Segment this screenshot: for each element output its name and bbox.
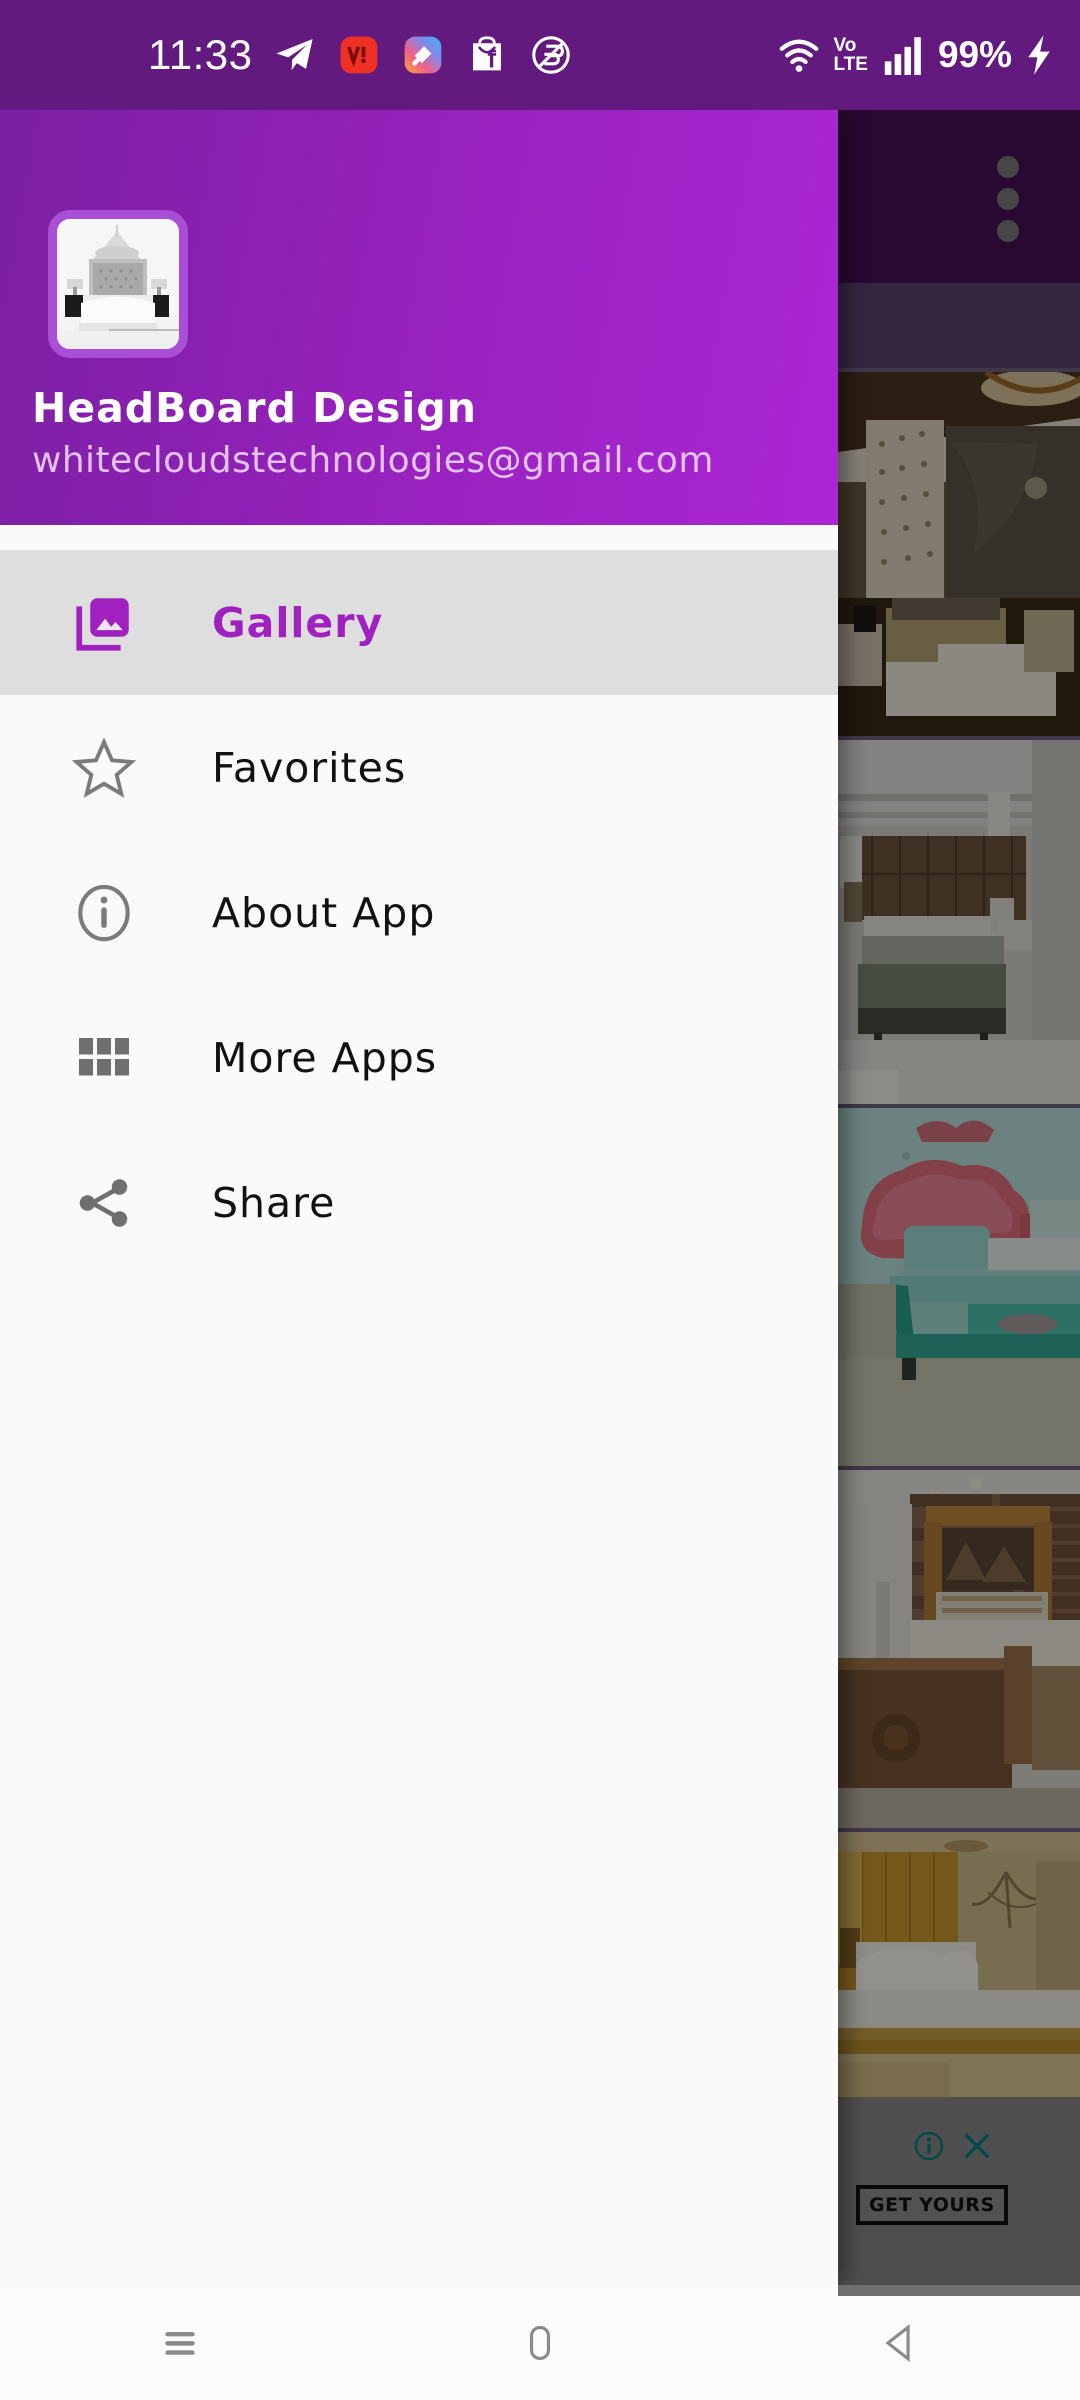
triangle-left-icon (885, 2323, 910, 2362)
home-button[interactable] (465, 2285, 615, 2400)
battery-charging-icon (1028, 35, 1050, 75)
back-button[interactable] (825, 2285, 975, 2400)
drawer-item-label: About App (212, 888, 436, 937)
menu-lines-icon (165, 2331, 195, 2355)
signal-bars-icon (884, 37, 921, 75)
status-time: 11:33 (148, 31, 253, 78)
drawer-item-about-app[interactable]: About App (0, 840, 838, 985)
star-icon (48, 735, 160, 801)
drawer-header: HeadBoard Design whitecloudstechnologies… (0, 110, 838, 525)
overflow-menu-icon[interactable] (996, 156, 1020, 242)
gallery-icon (48, 590, 160, 656)
nav-shade (838, 2285, 1080, 2296)
circular-logo-icon (531, 36, 570, 74)
drawer-item-more-apps[interactable]: More Apps (0, 985, 838, 1130)
ad-cta-label: GET YOURS (869, 2194, 995, 2216)
app-name: HeadBoard Design (32, 384, 477, 432)
share-icon (48, 1172, 160, 1234)
gallery-thumbnail[interactable] (838, 736, 1080, 1104)
drawer-item-share[interactable]: Share (0, 1130, 838, 1275)
ad-banner[interactable]: GET YOURS (838, 2097, 1080, 2285)
vi-app-icon (340, 36, 377, 74)
drawer-item-favorites[interactable]: Favorites (0, 695, 838, 840)
close-icon[interactable] (960, 2129, 994, 2163)
battery-percent: 99% (937, 34, 1012, 75)
gallery-thumbnail[interactable] (838, 368, 1080, 736)
drawer-menu-list: Gallery Favorites About App More Apps Sh… (0, 550, 838, 1275)
telegram-icon (275, 39, 313, 71)
rounded-square-icon (530, 2325, 550, 2360)
wifi-icon (780, 39, 819, 72)
drawer-item-label: More Apps (212, 1033, 438, 1082)
status-bar: 11:33 Vo LTE 99% (0, 0, 1080, 110)
ad-cta-button[interactable]: GET YOURS (856, 2185, 1008, 2225)
drawer-item-label: Favorites (212, 743, 407, 792)
phone-screen: GET YOURS HeadBoard Design whitecloudste… (0, 0, 1080, 2400)
android-nav-bar (0, 2285, 1080, 2400)
drawer-item-label: Share (212, 1178, 336, 1227)
navigation-drawer: HeadBoard Design whitecloudstechnologies… (0, 110, 838, 2285)
drawer-item-label: Gallery (212, 598, 384, 647)
info-circle-icon[interactable] (912, 2129, 946, 2163)
volte-icon: Vo LTE (833, 35, 868, 75)
flipkart-icon (472, 36, 501, 71)
gradient-app-icon (404, 36, 441, 74)
app-logo (48, 210, 188, 358)
info-icon (48, 880, 160, 946)
gallery-thumbnail[interactable] (838, 1466, 1080, 1828)
recents-button[interactable] (105, 2285, 255, 2400)
account-email: whitecloudstechnologies@gmail.com (32, 440, 714, 481)
grid-apps-icon (48, 1028, 160, 1088)
drawer-item-gallery[interactable]: Gallery (0, 550, 838, 695)
gallery-thumbnail[interactable] (838, 1104, 1080, 1466)
